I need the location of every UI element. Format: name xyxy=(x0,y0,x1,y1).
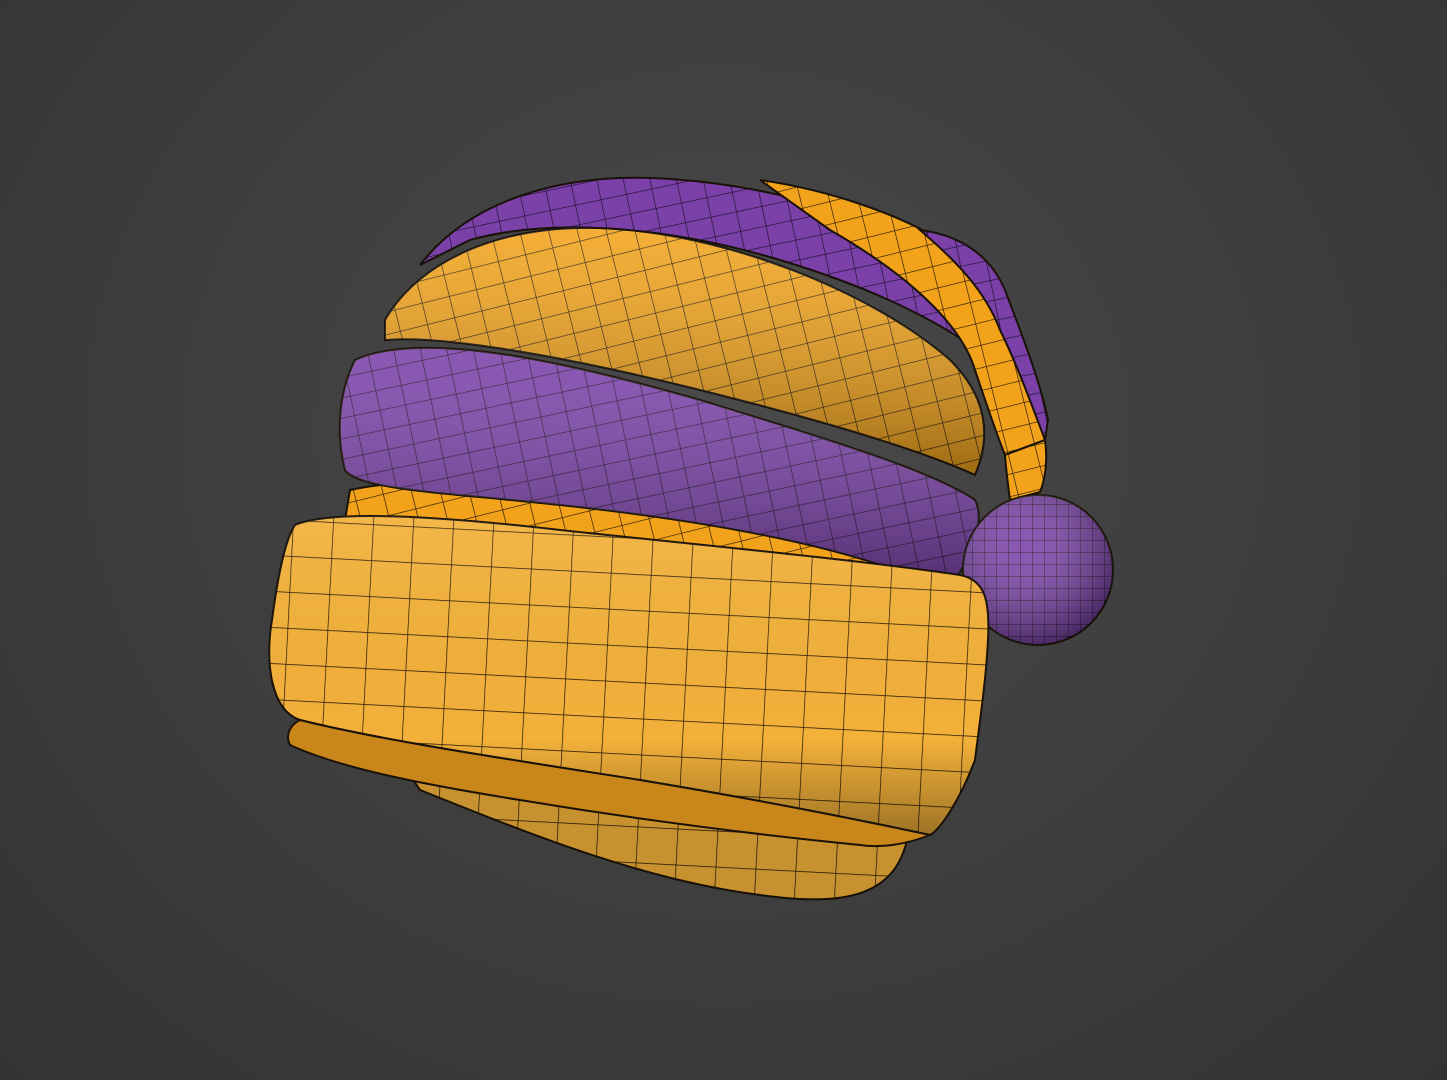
3d-viewport[interactable] xyxy=(0,0,1447,1080)
hat-model-render xyxy=(268,176,1114,901)
